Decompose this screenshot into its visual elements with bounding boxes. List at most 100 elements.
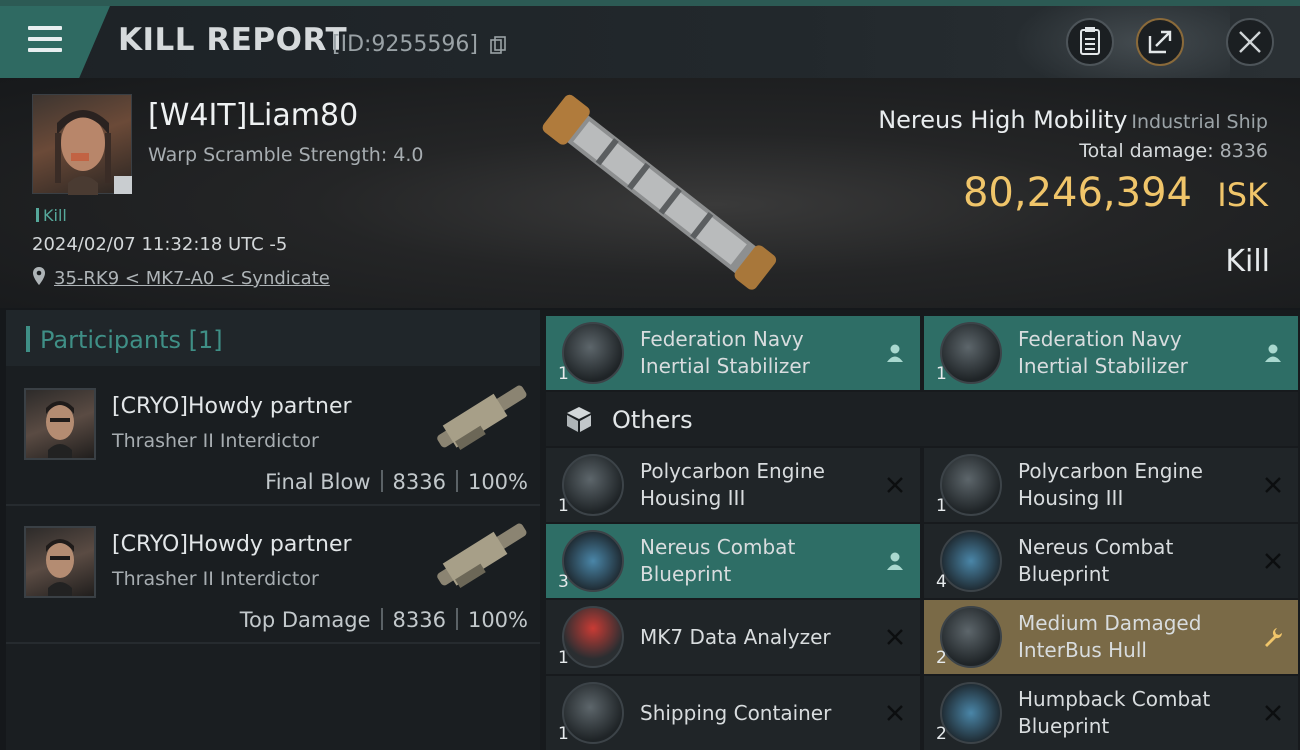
- item-card[interactable]: 1 Shipping Container: [546, 676, 920, 750]
- warp-scramble-strength: Warp Scramble Strength: 4.0: [148, 144, 424, 166]
- item-card[interactable]: 1 MK7 Data Analyzer: [546, 600, 920, 674]
- stat-divider: [455, 608, 458, 630]
- close-icon: [887, 705, 903, 721]
- item-name-line1: Nereus Combat: [1018, 535, 1174, 559]
- close-button[interactable]: [1226, 18, 1274, 66]
- ship-class: Industrial Ship: [1131, 111, 1268, 133]
- close-icon: [887, 629, 903, 645]
- participant-name[interactable]: [CRYO]Howdy partner: [112, 394, 352, 419]
- close-icon: [1265, 705, 1281, 721]
- participant-percent: 100%: [467, 470, 528, 494]
- person-icon: [1265, 344, 1281, 362]
- total-damage: Total damage: 8336: [1079, 140, 1268, 162]
- item-quantity: 1: [558, 364, 569, 384]
- participant-face: [46, 539, 74, 596]
- item-quantity: 1: [936, 364, 947, 384]
- item-card[interactable]: 3 Nereus Combat Blueprint: [546, 524, 920, 598]
- item-card[interactable]: 2 Humpback Combat Blueprint: [924, 676, 1298, 750]
- participant-avatar[interactable]: [24, 526, 96, 598]
- item-name-line1: Polycarbon Engine: [1018, 459, 1203, 483]
- close-icon: [1265, 553, 1281, 569]
- person-icon: [887, 344, 903, 362]
- stat-divider: [380, 470, 383, 492]
- engine-housing-icon: [562, 454, 624, 516]
- kill-tag: Kill: [36, 206, 67, 225]
- container-icon: [562, 682, 624, 744]
- participant-damage: 8336: [392, 608, 446, 632]
- total-damage-label: Total damage:: [1079, 140, 1214, 162]
- victim-ship-image: [542, 94, 777, 290]
- kill-status: Kill: [1225, 244, 1270, 279]
- portrait-menu-badge[interactable]: [114, 176, 132, 194]
- participant-face: [46, 401, 74, 458]
- item-card[interactable]: 4 Nereus Combat Blueprint: [924, 524, 1298, 598]
- participant-ship: Thrasher II Interdictor: [112, 430, 319, 452]
- item-quantity: 2: [936, 648, 947, 668]
- clipboard-icon: [1080, 27, 1100, 55]
- item-quantity: 4: [936, 572, 947, 592]
- item-quantity: 3: [558, 572, 569, 592]
- participants-accent-bar: [26, 326, 30, 352]
- item-name-line2: Housing III: [640, 486, 746, 510]
- item-name: Nereus Combat Blueprint: [1018, 534, 1248, 588]
- participant-ship-image: [437, 523, 527, 588]
- item-card[interactable]: 1 Polycarbon Engine Housing III: [924, 448, 1298, 522]
- blueprint-icon: [940, 682, 1002, 744]
- close-icon: [1265, 477, 1281, 493]
- data-analyzer-icon: [562, 606, 624, 668]
- clipboard-button[interactable]: [1066, 18, 1114, 66]
- blueprint-icon: [562, 530, 624, 592]
- participant-avatar[interactable]: [24, 388, 96, 460]
- share-button[interactable]: [1136, 18, 1184, 66]
- close-icon: [887, 477, 903, 493]
- close-icon: [1239, 31, 1261, 53]
- participant-row[interactable]: [CRYO]Howdy partner Thrasher II Interdic…: [6, 508, 540, 644]
- item-name: Shipping Container: [640, 701, 832, 725]
- participant-stats: Top Damage 8336 100%: [240, 608, 528, 632]
- isk-unit: ISK: [1217, 176, 1268, 214]
- blueprint-icon: [940, 530, 1002, 592]
- item-name-line2: Inertial Stabilizer: [1018, 354, 1188, 378]
- item-name-line2: Blueprint: [1018, 562, 1110, 586]
- interbus-hull-icon: [940, 606, 1002, 668]
- item-card[interactable]: 1 Federation Navy Inertial Stabilizer: [546, 316, 920, 390]
- item-name: Polycarbon Engine Housing III: [640, 458, 870, 512]
- item-card[interactable]: 1 Federation Navy Inertial Stabilizer: [924, 316, 1298, 390]
- engine-housing-icon: [940, 454, 1002, 516]
- participant-role: Top Damage: [239, 608, 371, 632]
- item-name-line2: Blueprint: [1018, 714, 1110, 738]
- person-icon: [887, 552, 903, 570]
- participant-name[interactable]: [CRYO]Howdy partner: [112, 532, 352, 557]
- victim-ship-name[interactable]: Nereus High Mobility Industrial Ship: [878, 106, 1268, 134]
- participant-row[interactable]: [CRYO]Howdy partner Thrasher II Interdic…: [6, 370, 540, 506]
- others-title: Others: [612, 406, 693, 434]
- participant-ship: Thrasher II Interdictor: [112, 568, 319, 590]
- item-card[interactable]: 1 Polycarbon Engine Housing III: [546, 448, 920, 522]
- inertial-stabilizer-icon: [940, 322, 1002, 384]
- report-id: [ID:9255596]: [332, 32, 478, 57]
- item-name-line1: Nereus Combat: [640, 535, 796, 559]
- item-name-line2: Blueprint: [640, 562, 732, 586]
- kill-datetime: 2024/02/07 11:32:18 UTC -5: [32, 234, 288, 255]
- stat-divider: [380, 608, 383, 630]
- isk-value: 80,246,394: [962, 170, 1192, 216]
- item-name: MK7 Data Analyzer: [640, 625, 831, 649]
- kill-location-link[interactable]: 35-RK9 < MK7-A0 < Syndicate: [54, 268, 330, 289]
- item-name: Nereus Combat Blueprint: [640, 534, 870, 588]
- copy-icon[interactable]: [490, 36, 506, 54]
- item-name-line1: Medium Damaged: [1018, 611, 1202, 635]
- location-pin-icon: [33, 267, 45, 285]
- item-name-line1: Federation Navy: [1018, 327, 1182, 351]
- menu-icon[interactable]: [28, 26, 62, 54]
- item-name: Polycarbon Engine Housing III: [1018, 458, 1248, 512]
- item-name: Federation Navy Inertial Stabilizer: [640, 326, 870, 380]
- item-card[interactable]: 2 Medium Damaged InterBus Hull: [924, 600, 1298, 674]
- ship-type-name: Nereus High Mobility: [878, 106, 1128, 134]
- item-quantity: 2: [936, 724, 947, 744]
- victim-name[interactable]: [W4IT]Liam80: [148, 98, 358, 133]
- wrench-icon: [1265, 628, 1283, 647]
- participant-percent: 100%: [467, 608, 528, 632]
- item-quantity: 1: [558, 496, 569, 516]
- participant-ship-image: [437, 385, 527, 450]
- item-quantity: 1: [558, 724, 569, 744]
